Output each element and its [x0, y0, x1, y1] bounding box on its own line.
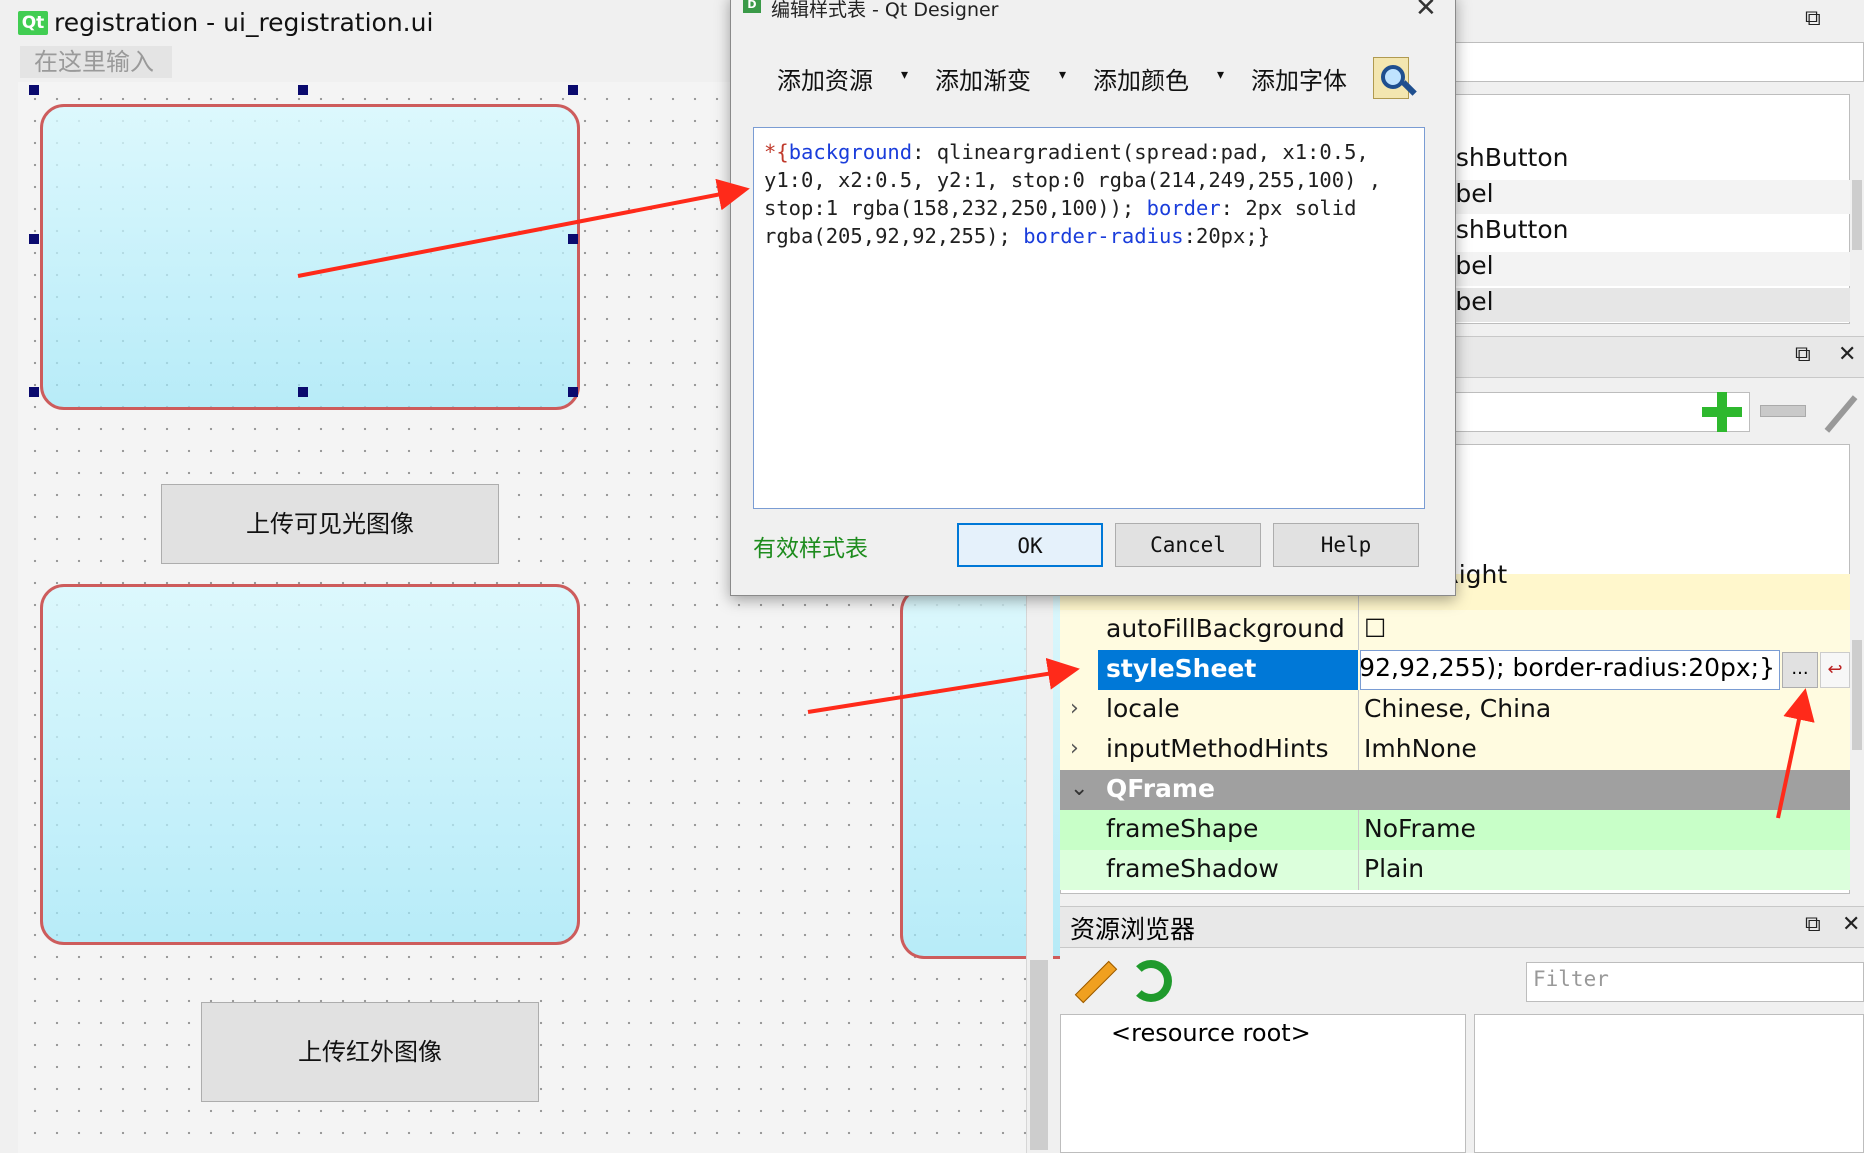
- selection-handle[interactable]: [29, 234, 39, 244]
- form-scrollbar-thumb[interactable]: [1030, 960, 1048, 1150]
- remove-property-icon[interactable]: [1760, 405, 1806, 417]
- property-group-name: QFrame: [1106, 774, 1215, 803]
- selection-handle[interactable]: [29, 387, 39, 397]
- add-font-button[interactable]: 添加字体: [1251, 61, 1347, 96]
- chevron-down-icon[interactable]: ▾: [901, 67, 908, 83]
- chevron-down-icon[interactable]: ▾: [1059, 67, 1066, 83]
- property-row[interactable]: autoFillBackground ☐: [1060, 610, 1850, 650]
- upload-infrared-button[interactable]: 上传红外图像: [201, 1002, 539, 1102]
- selection-handle[interactable]: [29, 85, 39, 95]
- dock-close-icon[interactable]: ✕: [1842, 912, 1860, 937]
- property-value[interactable]: ImhNone: [1364, 734, 1477, 763]
- add-property-icon[interactable]: [1700, 390, 1744, 434]
- resource-filter-input[interactable]: Filter: [1526, 962, 1864, 1002]
- add-resource-button[interactable]: 添加资源: [777, 61, 873, 96]
- valid-stylesheet-label: 有效样式表: [753, 536, 868, 562]
- css-property-border-radius: border-radius: [1023, 224, 1184, 248]
- selection-handle[interactable]: [568, 234, 578, 244]
- dock-close-icon[interactable]: ✕: [1838, 342, 1856, 367]
- property-group-header[interactable]: ⌄ QFrame: [1060, 770, 1850, 810]
- css-property-border: border: [1146, 196, 1221, 220]
- property-name: autoFillBackground: [1106, 614, 1345, 643]
- reset-property-icon[interactable]: ↩: [1820, 652, 1850, 688]
- dialog-title: 编辑样式表 - Qt Designer: [771, 0, 999, 21]
- object-tree-item[interactable]: ushButton: [1440, 143, 1568, 172]
- object-row-bg-selected: [1440, 288, 1850, 322]
- column-divider: [1358, 610, 1359, 650]
- object-tree-item[interactable]: ushButton: [1440, 215, 1568, 244]
- resource-tree[interactable]: <resource root>: [1060, 1014, 1466, 1153]
- chevron-down-icon[interactable]: ▾: [1217, 67, 1224, 83]
- property-row-selected[interactable]: styleSheet 205,92,92,255); border-radius…: [1060, 650, 1850, 690]
- stylesheet-text-editor[interactable]: *{background: qlineargradient(spread:pad…: [753, 127, 1425, 509]
- object-inspector-filter[interactable]: [1450, 42, 1864, 82]
- selection-handle[interactable]: [298, 387, 308, 397]
- form-window-title: registration - ui_registration.ui: [54, 8, 434, 37]
- property-name: styleSheet: [1106, 654, 1257, 683]
- menu-placeholder[interactable]: 在这里输入: [20, 46, 172, 78]
- css-selector: *{: [764, 140, 789, 164]
- selection-handle[interactable]: [298, 85, 308, 95]
- css-property-background: background: [788, 140, 913, 164]
- upload-visible-button[interactable]: 上传可见光图像: [161, 484, 499, 564]
- property-name: inputMethodHints: [1106, 734, 1329, 763]
- selection-handle[interactable]: [568, 85, 578, 95]
- property-name: frameShadow: [1106, 854, 1279, 883]
- property-value[interactable]: Plain: [1364, 854, 1424, 883]
- dock-float-icon[interactable]: ⧉: [1795, 342, 1811, 367]
- infrared-image-frame[interactable]: [40, 584, 580, 945]
- collapse-chevron-icon[interactable]: ⌄: [1070, 776, 1088, 801]
- css-value: : 2px solid: [1220, 196, 1357, 220]
- ok-button[interactable]: OK: [957, 523, 1103, 567]
- result-image-frame[interactable]: [900, 587, 1080, 959]
- add-gradient-button[interactable]: 添加渐变: [935, 61, 1031, 96]
- qt-designer-icon: D: [743, 0, 761, 13]
- property-editor-scroll-thumb[interactable]: [1852, 640, 1862, 750]
- dock-float-icon[interactable]: ⧉: [1805, 6, 1821, 31]
- object-inspector-scroll-thumb[interactable]: [1852, 180, 1862, 250]
- selection-handle[interactable]: [568, 387, 578, 397]
- resource-browser-title: 资源浏览器: [1070, 915, 1196, 944]
- edit-resources-pencil-icon[interactable]: [1070, 960, 1118, 1006]
- column-divider: [1358, 850, 1359, 890]
- cancel-button[interactable]: Cancel: [1115, 523, 1261, 567]
- css-value: y1:0, x2:0.5, y2:1, stop:0 rgba(214,249,…: [764, 168, 1382, 192]
- css-value: rgba(205,92,92,255);: [764, 224, 1024, 248]
- magnifier-icon[interactable]: [1371, 55, 1417, 101]
- configure-wrench-icon[interactable]: [1820, 390, 1860, 434]
- reload-resources-icon[interactable]: [1130, 960, 1172, 1002]
- resource-file-list[interactable]: [1474, 1014, 1864, 1153]
- css-value: : qlineargradient(spread:pad, x1:0.5,: [912, 140, 1369, 164]
- property-name: locale: [1106, 694, 1180, 723]
- dialog-close-icon[interactable]: ✕: [1415, 0, 1437, 23]
- column-divider: [1358, 810, 1359, 850]
- resource-root-item[interactable]: <resource root>: [1111, 1019, 1311, 1047]
- expand-chevron-icon[interactable]: ›: [1070, 696, 1079, 721]
- visible-image-frame[interactable]: [40, 104, 580, 410]
- dock-float-icon[interactable]: ⧉: [1805, 912, 1821, 937]
- property-row[interactable]: frameShape NoFrame: [1060, 810, 1850, 850]
- qt-logo-icon: Qt: [18, 11, 48, 35]
- checkbox-unchecked-icon[interactable]: ☐: [1364, 614, 1386, 643]
- help-button[interactable]: Help: [1273, 523, 1419, 567]
- property-name: frameShape: [1106, 814, 1259, 843]
- object-row-bg: [1440, 252, 1850, 286]
- column-divider: [1358, 690, 1359, 730]
- column-divider: [1358, 730, 1359, 770]
- edit-stylesheet-ellipsis-button[interactable]: ...: [1782, 652, 1818, 688]
- property-value: 205,92,92,255); border-radius:20px;}: [1360, 653, 1775, 682]
- property-row[interactable]: › locale Chinese, China: [1060, 690, 1850, 730]
- css-value: :20px;}: [1183, 224, 1271, 248]
- stylesheet-value-editor[interactable]: 205,92,92,255); border-radius:20px;}: [1360, 650, 1780, 690]
- edit-stylesheet-dialog: D 编辑样式表 - Qt Designer ✕ 添加资源 ▾ 添加渐变 ▾ 添加…: [730, 0, 1456, 596]
- expand-chevron-icon[interactable]: ›: [1070, 736, 1079, 761]
- property-value[interactable]: NoFrame: [1364, 814, 1476, 843]
- css-value: stop:1 rgba(158,232,250,100));: [764, 196, 1147, 220]
- property-row[interactable]: frameShadow Plain: [1060, 850, 1850, 890]
- object-row-bg: [1440, 180, 1850, 214]
- add-color-button[interactable]: 添加颜色: [1093, 61, 1189, 96]
- property-row[interactable]: › inputMethodHints ImhNone: [1060, 730, 1850, 770]
- resource-filter-placeholder: Filter: [1533, 967, 1609, 991]
- property-value[interactable]: Chinese, China: [1364, 694, 1551, 723]
